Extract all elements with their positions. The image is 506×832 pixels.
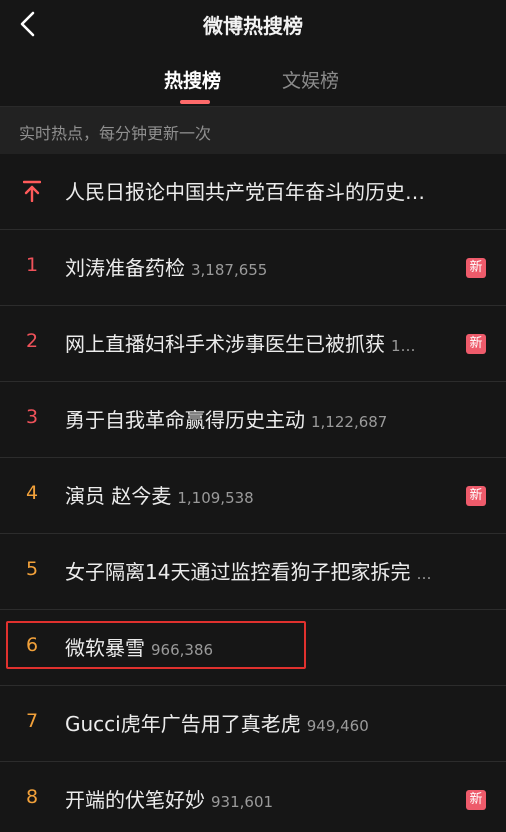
- list-item-text: 微软暴雪 966,386: [65, 632, 452, 661]
- list-item-text: 勇于自我革命赢得历史主动 1,122,687: [65, 404, 452, 433]
- list-item-title: 人民日报论中国共产党百年奋斗的历史…: [65, 180, 425, 204]
- hot-search-list: 人民日报论中国共产党百年奋斗的历史… 1 刘涛准备药检 3,187,655 新 2…: [0, 154, 506, 832]
- list-item[interactable]: 4 演员 赵今麦 1,109,538 新: [0, 458, 506, 534]
- rank-number: 6: [25, 634, 39, 656]
- list-item[interactable]: 2 网上直播妇科手术涉事医生已被抓获 1… 新: [0, 306, 506, 382]
- list-item[interactable]: 3 勇于自我革命赢得历史主动 1,122,687: [0, 382, 506, 458]
- tab-hot-search[interactable]: 热搜榜: [164, 66, 221, 93]
- list-item-text: 刘涛准备药检 3,187,655: [65, 252, 452, 281]
- list-item[interactable]: 7 Gucci虎年广告用了真老虎 949,460: [0, 686, 506, 762]
- list-item-title: 网上直播妇科手术涉事医生已被抓获: [65, 332, 385, 356]
- list-item-title: 刘涛准备药检: [65, 256, 185, 280]
- rank-number: 7: [25, 710, 39, 732]
- update-notice-text: 实时热点，每分钟更新一次: [19, 124, 212, 143]
- list-item[interactable]: 8 开端的伏笔好妙 931,601 新: [0, 762, 506, 832]
- list-item[interactable]: 6 微软暴雪 966,386: [0, 610, 506, 686]
- list-item-text: 演员 赵今麦 1,109,538: [65, 480, 452, 509]
- list-item-text: 开端的伏笔好妙 931,601: [65, 784, 452, 813]
- list-item-title: 开端的伏笔好妙: [65, 788, 205, 812]
- active-tab-indicator: [180, 100, 210, 104]
- heat-count: 3,187,655: [191, 261, 268, 279]
- list-item-title: 女子隔离14天通过监控看狗子把家拆完: [65, 560, 411, 584]
- list-item-title: 勇于自我革命赢得历史主动: [65, 408, 305, 432]
- update-notice-bar: 实时热点，每分钟更新一次: [0, 106, 506, 154]
- list-item-text: 人民日报论中国共产党百年奋斗的历史…: [65, 176, 466, 205]
- list-item-title: Gucci虎年广告用了真老虎: [65, 712, 301, 736]
- top-bar: 微博热搜榜: [0, 0, 506, 48]
- rank-number: 4: [25, 482, 39, 504]
- list-item[interactable]: 1 刘涛准备药检 3,187,655 新: [0, 230, 506, 306]
- page-title: 微博热搜榜: [203, 14, 303, 38]
- rank-number: 2: [25, 330, 39, 352]
- heat-count: 966,386: [151, 641, 214, 659]
- new-badge: 新: [466, 258, 486, 278]
- list-item-title: 微软暴雪: [65, 636, 145, 660]
- rank-number: 1: [25, 254, 39, 276]
- list-item-pinned[interactable]: 人民日报论中国共产党百年奋斗的历史…: [0, 154, 506, 230]
- list-item-title: 演员 赵今麦: [65, 484, 172, 508]
- heat-count: 1…: [391, 337, 416, 355]
- tab-bar: 热搜榜 文娱榜: [0, 56, 506, 106]
- new-badge: 新: [466, 790, 486, 810]
- heat-count: 1,122,687: [311, 413, 388, 431]
- pin-top-icon: [16, 178, 48, 207]
- tab-entertainment[interactable]: 文娱榜: [282, 66, 339, 93]
- heat-count: …: [416, 565, 432, 583]
- new-badge: 新: [466, 334, 486, 354]
- rank-number: 5: [25, 558, 39, 580]
- heat-count: 931,601: [211, 793, 274, 811]
- rank-number: 3: [25, 406, 39, 428]
- heat-count: 949,460: [306, 717, 369, 735]
- list-item-text: Gucci虎年广告用了真老虎 949,460: [65, 708, 452, 737]
- list-item-text: 女子隔离14天通过监控看狗子把家拆完 …: [65, 556, 466, 585]
- list-item[interactable]: 5 女子隔离14天通过监控看狗子把家拆完 …: [0, 534, 506, 610]
- list-item-text: 网上直播妇科手术涉事医生已被抓获 1…: [65, 328, 452, 357]
- rank-number: 8: [25, 786, 39, 808]
- heat-count: 1,109,538: [177, 489, 254, 507]
- new-badge: 新: [466, 486, 486, 506]
